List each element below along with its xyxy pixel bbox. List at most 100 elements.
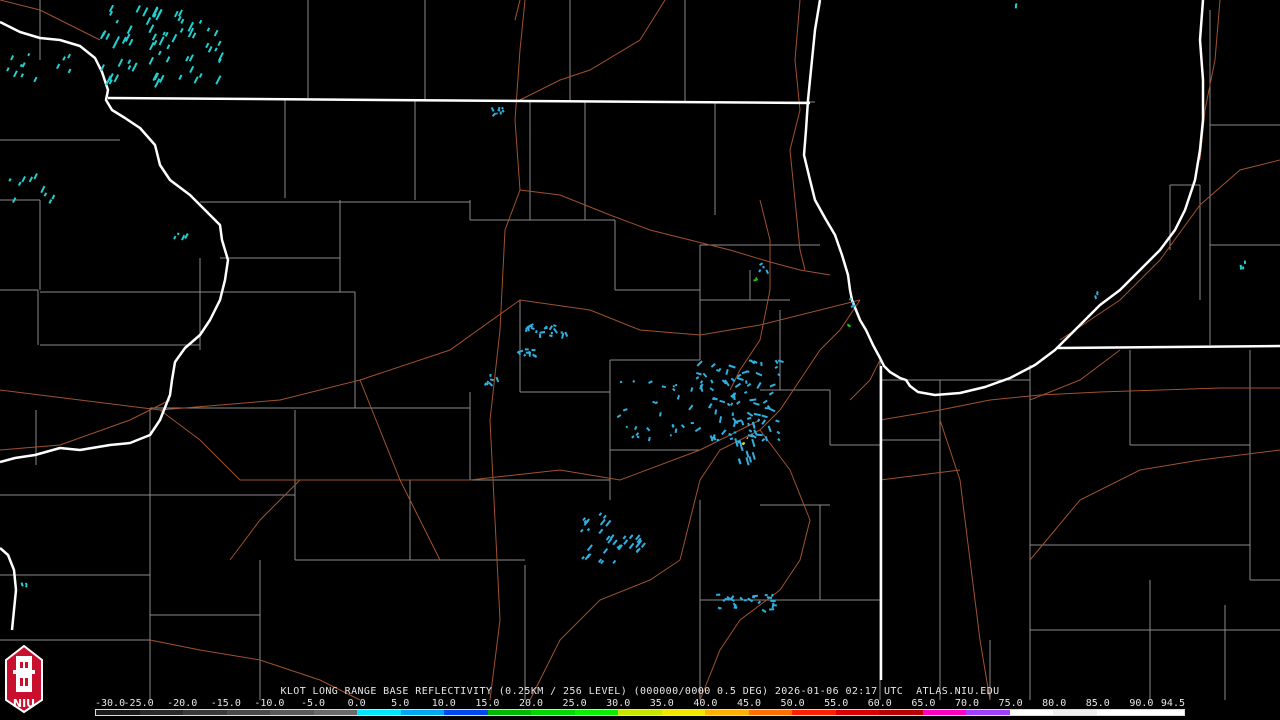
niu-logo-text: NIU xyxy=(12,697,36,710)
scale-label: 35.0 xyxy=(649,698,674,709)
echo-speck xyxy=(768,407,776,413)
echo-speck xyxy=(748,456,753,463)
echo-speck xyxy=(486,380,490,386)
echo-speck xyxy=(708,402,713,409)
echo-speck xyxy=(753,278,757,282)
echo-speck xyxy=(747,597,754,603)
echo-speck xyxy=(755,433,763,437)
echo-speck xyxy=(598,512,603,517)
echo-speck xyxy=(712,397,716,401)
echo-speck xyxy=(699,380,704,384)
echo-speck xyxy=(491,112,497,117)
echo-speck xyxy=(19,63,23,68)
echo-speck xyxy=(728,364,736,369)
scale-swatch xyxy=(487,710,532,715)
echo-speck xyxy=(729,437,734,441)
echo-speck xyxy=(108,4,115,13)
scale-swatch xyxy=(748,710,793,715)
scale-label: 40.0 xyxy=(693,698,718,709)
echo-speck xyxy=(207,46,213,53)
echo-speck xyxy=(654,401,659,405)
scale-swatch xyxy=(618,710,662,715)
echo-speck xyxy=(483,382,487,386)
echo-speck xyxy=(769,383,776,388)
echo-speck xyxy=(729,597,735,602)
echo-speck xyxy=(762,399,768,404)
echo-speck xyxy=(126,25,133,35)
scale-label: -25.0 xyxy=(123,698,154,709)
echo-speck xyxy=(648,380,653,384)
echo-speck xyxy=(740,420,745,426)
echo-speck xyxy=(33,76,38,83)
echo-speck xyxy=(43,192,48,197)
echo-speck xyxy=(765,269,770,275)
echo-speck xyxy=(724,381,727,385)
echo-speck xyxy=(533,354,537,358)
echo-speck xyxy=(142,7,149,17)
echo-speck xyxy=(671,423,675,427)
echo-speck xyxy=(740,447,744,452)
scale-label: 25.0 xyxy=(562,698,587,709)
echo-speck xyxy=(746,411,754,417)
echo-speck xyxy=(489,378,495,382)
echo-speck xyxy=(623,539,629,545)
echo-speck xyxy=(761,608,767,614)
echo-speck xyxy=(751,452,756,460)
echo-speck xyxy=(189,65,195,74)
radar-product-caption: KLOT LONG RANGE BASE REFLECTIVITY (0.25K… xyxy=(280,686,1000,697)
echo-speck xyxy=(714,409,718,415)
echo-speck xyxy=(6,67,10,72)
echo-speck xyxy=(148,24,155,34)
scale-label: 15.0 xyxy=(475,698,500,709)
echo-speck xyxy=(165,56,171,63)
echo-speck xyxy=(495,376,500,383)
echo-speck xyxy=(726,596,731,600)
county-borders xyxy=(0,0,1280,700)
echo-speck xyxy=(755,371,763,377)
scale-swatch xyxy=(357,710,401,715)
echo-speck xyxy=(538,333,542,338)
state-borders xyxy=(0,0,1280,680)
echo-speck xyxy=(746,436,749,440)
echo-speck xyxy=(128,38,134,46)
echo-speck xyxy=(722,598,726,603)
echo-speck xyxy=(777,438,781,442)
echo-speck xyxy=(631,435,635,439)
echo-speck xyxy=(27,52,31,57)
echo-speck xyxy=(652,400,656,404)
echo-speck xyxy=(734,438,739,447)
echo-speck xyxy=(1094,295,1098,300)
echo-speck xyxy=(612,539,618,546)
echo-speck xyxy=(100,64,105,71)
echo-speck xyxy=(581,555,585,560)
echo-speck xyxy=(184,233,189,240)
echo-speck xyxy=(730,402,734,406)
echo-speck xyxy=(157,9,163,16)
echo-speck xyxy=(756,418,761,423)
scale-swatch xyxy=(922,710,967,715)
scale-swatch xyxy=(1096,710,1141,715)
echo-speck xyxy=(62,56,66,61)
echo-speck xyxy=(746,382,752,387)
scale-label: 50.0 xyxy=(780,698,805,709)
scale-label: -20.0 xyxy=(167,698,198,709)
scale-swatch xyxy=(400,710,445,715)
scale-swatch xyxy=(96,710,140,715)
echo-speck xyxy=(188,54,194,62)
echo-speck xyxy=(13,70,18,78)
echo-speck xyxy=(157,50,162,56)
echo-speck xyxy=(609,534,615,540)
echo-speck xyxy=(33,173,38,180)
reflectivity-scale-labels: -30.0 -25.0 -20.0 -15.0 -10.0 -5.0 0.0 5.0 10.0 1… xyxy=(95,698,1185,709)
echo-speck xyxy=(40,185,46,194)
scale-label: 0.0 xyxy=(347,698,366,709)
echo-speck xyxy=(688,404,694,411)
echo-speck xyxy=(131,62,138,72)
echo-speck xyxy=(586,527,591,532)
scale-swatch xyxy=(661,710,706,715)
echo-speck xyxy=(659,412,662,417)
echo-speck xyxy=(753,412,761,417)
echo-speck xyxy=(1014,3,1018,6)
echo-speck xyxy=(598,528,604,535)
echo-speck xyxy=(48,199,53,204)
